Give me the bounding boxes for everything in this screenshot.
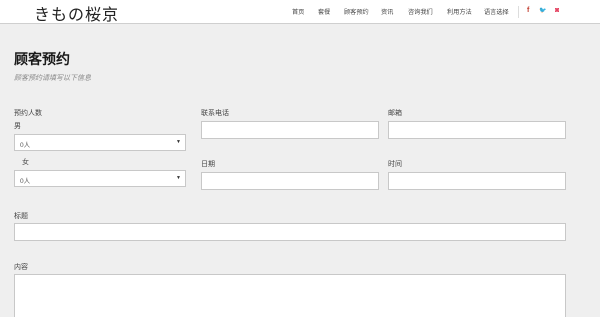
people-count-label: 预约人数 bbox=[14, 110, 42, 117]
instagram-icon[interactable]: ◙ bbox=[555, 6, 559, 16]
subject-label: 标题 bbox=[14, 213, 28, 220]
caret-down-icon: ▼ bbox=[176, 139, 181, 145]
subject-field[interactable] bbox=[14, 223, 566, 241]
form-subtitle: 顾客预约请填写以下信息 bbox=[14, 75, 91, 82]
main-nav: 首页 套餐 顾客预约 资讯 咨询我们 利用方法 语言选择 f 🐦 ◙ bbox=[0, 6, 600, 19]
date-label: 日期 bbox=[201, 161, 215, 168]
content-label: 内容 bbox=[14, 264, 28, 271]
time-label: 时间 bbox=[388, 161, 402, 168]
email-label: 邮箱 bbox=[388, 110, 402, 117]
male-label: 男 bbox=[14, 123, 21, 130]
date-field[interactable] bbox=[201, 172, 379, 190]
nav-item-contact[interactable]: 咨询我们 bbox=[408, 7, 433, 16]
form-title: 顾客预约 bbox=[14, 51, 70, 67]
nav-divider bbox=[518, 6, 519, 18]
female-label: 女 bbox=[22, 159, 29, 166]
phone-label: 联系电话 bbox=[201, 110, 229, 117]
nav-item-news[interactable]: 资讯 bbox=[381, 7, 393, 16]
male-count-select[interactable]: 0人 ▼ bbox=[14, 134, 186, 151]
nav-item-reservation[interactable]: 顾客预约 bbox=[344, 7, 369, 16]
nav-item-home[interactable]: 首页 bbox=[292, 7, 304, 16]
top-nav-bar: きもの桜京 首页 套餐 顾客预约 资讯 咨询我们 利用方法 语言选择 f 🐦 ◙ bbox=[0, 0, 600, 24]
caret-down-icon: ▼ bbox=[176, 175, 181, 181]
content-textarea[interactable] bbox=[14, 274, 566, 317]
time-field[interactable] bbox=[388, 172, 566, 190]
facebook-icon[interactable]: f bbox=[527, 6, 529, 16]
nav-item-how-to-use[interactable]: 利用方法 bbox=[447, 7, 472, 16]
nav-item-plans[interactable]: 套餐 bbox=[318, 7, 330, 16]
male-count-value: 0人 bbox=[20, 142, 31, 149]
email-field[interactable] bbox=[388, 121, 566, 139]
female-count-select[interactable]: 0人 ▼ bbox=[14, 170, 186, 187]
phone-field[interactable] bbox=[201, 121, 379, 139]
twitter-icon[interactable]: 🐦 bbox=[539, 6, 546, 16]
nav-item-language[interactable]: 语言选择 bbox=[484, 7, 509, 16]
female-count-value: 0人 bbox=[20, 178, 31, 185]
